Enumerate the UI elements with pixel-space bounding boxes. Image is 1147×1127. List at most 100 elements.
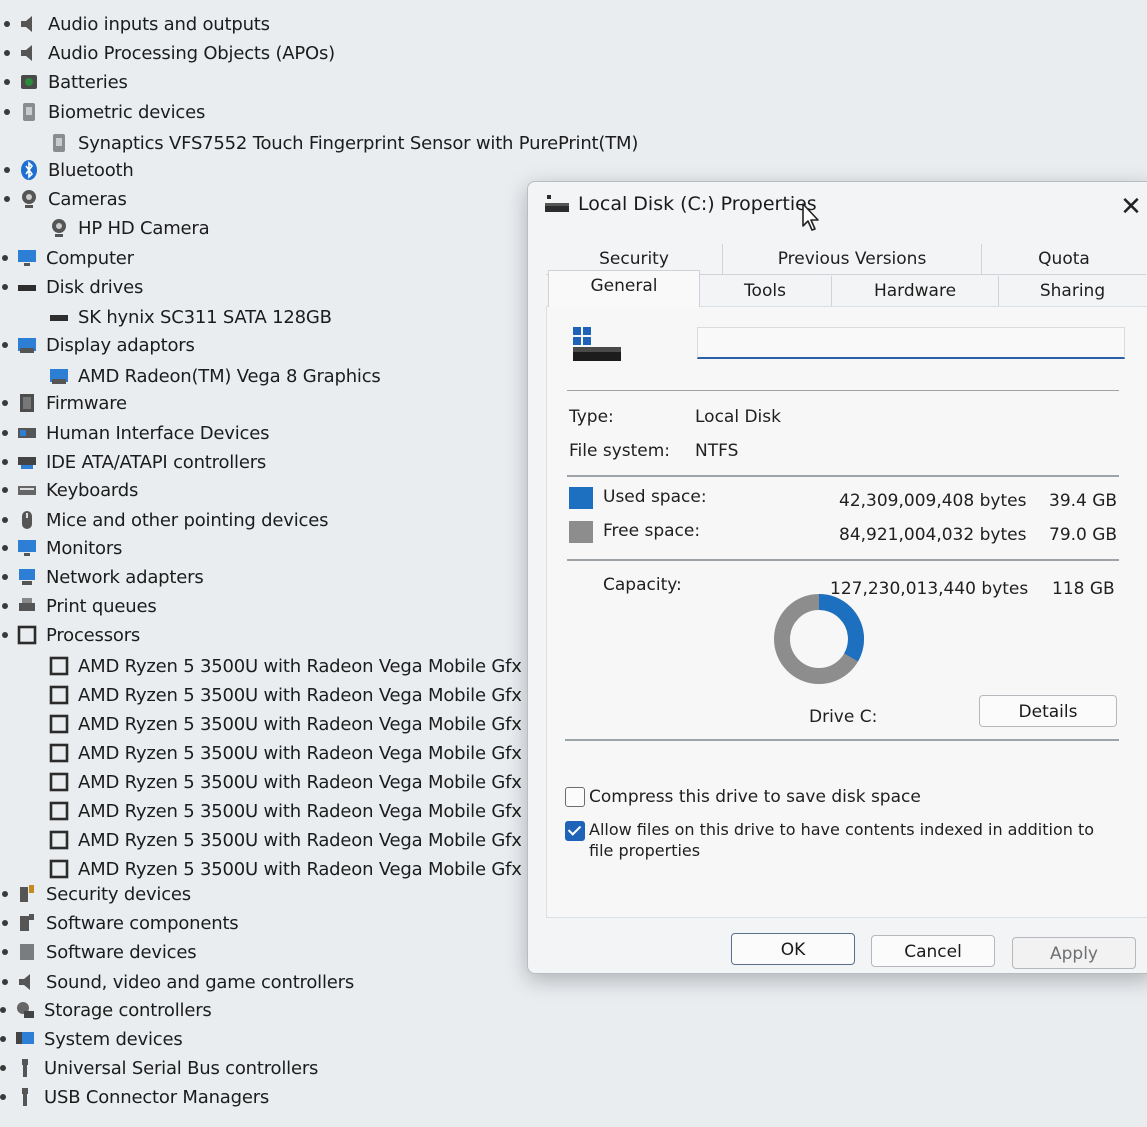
details-button[interactable]: Details: [979, 695, 1117, 727]
tree-item-label: Monitors: [46, 537, 123, 559]
tree-item[interactable]: Biometric devices: [18, 99, 205, 125]
expand-caret-icon[interactable]: [2, 603, 8, 609]
tree-item[interactable]: HP HD Camera: [48, 215, 210, 241]
tree-item-label: Disk drives: [46, 276, 144, 298]
processor-icon: [48, 771, 70, 793]
tree-item[interactable]: Cameras: [18, 186, 127, 212]
compress-checkbox[interactable]: [565, 787, 585, 807]
tree-item[interactable]: Disk drives: [16, 274, 143, 300]
tree-item-label: Storage controllers: [44, 999, 212, 1021]
ide-icon: [16, 451, 38, 473]
speaker-icon: [16, 971, 38, 993]
tree-item[interactable]: Audio inputs and outputs: [18, 11, 270, 37]
tree-item[interactable]: Synaptics VFS7552 Touch Fingerprint Sens…: [48, 130, 638, 156]
expand-caret-icon[interactable]: [4, 50, 10, 56]
expand-caret-icon[interactable]: [2, 632, 8, 638]
tree-item[interactable]: AMD Ryzen 5 3500U with Radeon Vega Mobil…: [48, 653, 522, 679]
usb-icon: [14, 1057, 36, 1079]
tree-item-label: Keyboards: [46, 479, 139, 501]
tree-item[interactable]: Sound, video and game controllers: [16, 969, 354, 995]
expand-caret-icon[interactable]: [0, 1065, 6, 1071]
tree-item[interactable]: Universal Serial Bus controllers: [14, 1055, 318, 1081]
tree-item[interactable]: AMD Ryzen 5 3500U with Radeon Vega Mobil…: [48, 682, 522, 708]
tree-item[interactable]: AMD Ryzen 5 3500U with Radeon Vega Mobil…: [48, 711, 522, 737]
expand-caret-icon[interactable]: [2, 487, 8, 493]
used-space-bytes: 42,309,009,408 bytes: [839, 491, 1027, 511]
expand-caret-icon[interactable]: [4, 21, 10, 27]
expand-caret-icon[interactable]: [2, 545, 8, 551]
tree-item[interactable]: Bluetooth: [18, 157, 134, 183]
volume-name-input[interactable]: [697, 327, 1125, 359]
tree-item[interactable]: Display adaptors: [16, 332, 195, 358]
expand-caret-icon[interactable]: [2, 459, 8, 465]
tab-hardware[interactable]: Hardware: [832, 276, 999, 306]
expand-caret-icon[interactable]: [0, 1007, 6, 1013]
ok-button[interactable]: OK: [731, 933, 855, 965]
tree-item[interactable]: SK hynix SC311 SATA 128GB: [48, 304, 332, 330]
cancel-button[interactable]: Cancel: [871, 935, 995, 967]
expand-caret-icon[interactable]: [2, 430, 8, 436]
expand-caret-icon[interactable]: [2, 342, 8, 348]
expand-caret-icon[interactable]: [2, 891, 8, 897]
tree-item[interactable]: Network adapters: [16, 564, 204, 590]
expand-caret-icon[interactable]: [0, 1094, 6, 1100]
expand-caret-icon[interactable]: [2, 979, 8, 985]
tree-item[interactable]: AMD Ryzen 5 3500U with Radeon Vega Mobil…: [48, 827, 522, 853]
tree-item-label: Processors: [46, 624, 141, 646]
tree-item[interactable]: AMD Ryzen 5 3500U with Radeon Vega Mobil…: [48, 740, 522, 766]
expand-caret-icon[interactable]: [4, 196, 10, 202]
tree-item[interactable]: Human Interface Devices: [16, 420, 269, 446]
expand-caret-icon[interactable]: [0, 1036, 6, 1042]
processor-icon: [48, 655, 70, 677]
expand-caret-icon[interactable]: [2, 517, 8, 523]
expand-caret-icon[interactable]: [4, 79, 10, 85]
tree-item[interactable]: Computer: [16, 245, 134, 271]
tree-item[interactable]: Software devices: [16, 939, 197, 965]
tree-item[interactable]: Firmware: [16, 390, 127, 416]
file-system-label: File system:: [569, 441, 671, 461]
separator: [567, 475, 1119, 477]
tree-item[interactable]: Keyboards: [16, 477, 138, 503]
tree-item-label: HP HD Camera: [78, 217, 210, 239]
tree-item[interactable]: AMD Ryzen 5 3500U with Radeon Vega Mobil…: [48, 769, 522, 795]
expand-caret-icon[interactable]: [4, 167, 10, 173]
tree-item[interactable]: Storage controllers: [14, 997, 212, 1023]
expand-caret-icon[interactable]: [2, 949, 8, 955]
tab-quota[interactable]: Quota: [982, 244, 1146, 274]
expand-caret-icon[interactable]: [2, 920, 8, 926]
expand-caret-icon[interactable]: [2, 574, 8, 580]
tree-item-label: Sound, video and game controllers: [46, 971, 355, 993]
index-checkbox[interactable]: [565, 821, 585, 841]
tab-previous-versions[interactable]: Previous Versions: [723, 244, 982, 274]
tree-item-label: Software components: [46, 912, 239, 934]
tree-item[interactable]: IDE ATA/ATAPI controllers: [16, 449, 266, 475]
apply-button[interactable]: Apply: [1012, 937, 1136, 969]
tab-general[interactable]: General: [548, 270, 700, 307]
expand-caret-icon[interactable]: [2, 284, 8, 290]
free-space-label: Free space:: [603, 521, 701, 541]
tree-item-label: Biometric devices: [48, 101, 206, 123]
expand-caret-icon[interactable]: [2, 255, 8, 261]
tree-item[interactable]: AMD Ryzen 5 3500U with Radeon Vega Mobil…: [48, 856, 522, 882]
tree-item-label: Computer: [46, 247, 134, 269]
tree-item[interactable]: Monitors: [16, 535, 122, 561]
tree-item[interactable]: Security devices: [16, 881, 191, 907]
tab-tools[interactable]: Tools: [699, 276, 832, 306]
tree-item[interactable]: System devices: [14, 1026, 183, 1052]
bluetooth-icon: [18, 159, 40, 181]
tree-item[interactable]: Processors: [16, 622, 140, 648]
tree-item[interactable]: Software components: [16, 910, 239, 936]
expand-caret-icon[interactable]: [4, 109, 10, 115]
tree-item[interactable]: AMD Radeon(TM) Vega 8 Graphics: [48, 363, 381, 389]
close-icon[interactable]: ✕: [1113, 192, 1147, 222]
tree-item[interactable]: USB Connector Managers: [14, 1084, 269, 1110]
tree-item[interactable]: AMD Ryzen 5 3500U with Radeon Vega Mobil…: [48, 798, 522, 824]
expand-caret-icon[interactable]: [2, 400, 8, 406]
dialog-titlebar[interactable]: Local Disk (C:) Properties ✕: [528, 182, 1147, 232]
tree-item[interactable]: Batteries: [18, 69, 128, 95]
tree-item[interactable]: Print queues: [16, 593, 157, 619]
tree-item[interactable]: Mice and other pointing devices: [16, 507, 328, 533]
tree-item[interactable]: Audio Processing Objects (APOs): [18, 40, 335, 66]
tab-sharing[interactable]: Sharing: [999, 276, 1146, 306]
tree-item-label: AMD Ryzen 5 3500U with Radeon Vega Mobil…: [78, 858, 522, 880]
